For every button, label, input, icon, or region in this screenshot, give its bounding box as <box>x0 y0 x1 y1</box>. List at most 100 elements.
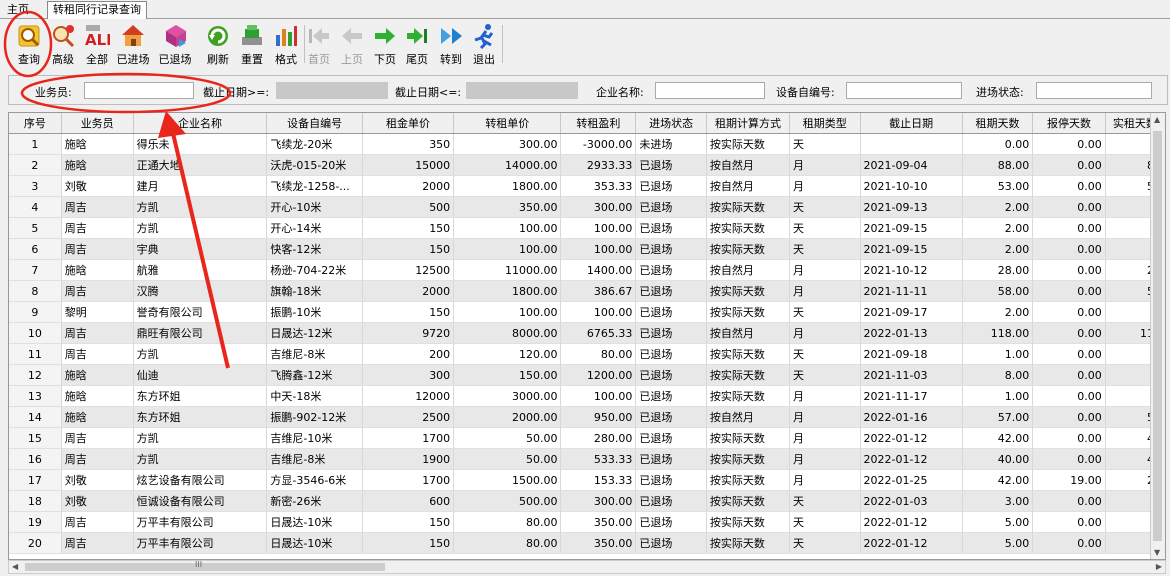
table-row[interactable]: 2 施晗 正通大地 沃虎-015-20米 15000 14000.00 2933.33 已退场… <box>9 154 1165 176</box>
table-cell: 天 <box>789 133 861 155</box>
scroll-left-icon[interactable]: ◀ <box>12 562 18 571</box>
table-row[interactable]: 3 刘敬 建月 飞续龙-1258-... 2000 1800.00 353.33 已退场 按自然… <box>9 175 1165 197</box>
table-cell: 月 <box>789 322 861 344</box>
advanced-search-icon <box>50 23 76 49</box>
toolbar-button-house-out[interactable]: 已退场 <box>158 21 192 69</box>
column-header[interactable]: 租期类型 <box>789 113 861 134</box>
toolbar-button-label: 首页 <box>308 53 330 66</box>
vertical-scrollbar[interactable]: ▲ ▼ <box>1150 113 1165 559</box>
tab-home[interactable]: 主页 <box>2 2 34 17</box>
table-row[interactable]: 13 施晗 东方环姐 中天-18米 12000 3000.00 100.00 已退场 按实际天数… <box>9 385 1165 407</box>
table-row[interactable]: 20 周吉 万平丰有限公司 日晟达-10米 150 80.00 350.00 已退场 按实际天数… <box>9 532 1165 554</box>
table-cell: 已退场 <box>635 532 707 554</box>
table-cell: 施晗 <box>61 364 134 386</box>
toolbar-button-prev-page[interactable]: 上页 <box>335 21 369 69</box>
table-row[interactable]: 8 周吉 汉腾 旗翰-18米 2000 1800.00 386.67 已退场 按实际天数月 202… <box>9 280 1165 302</box>
table-cell: 500.00 <box>453 490 562 512</box>
table-cell: 月 <box>789 469 861 491</box>
scroll-right-icon[interactable]: ▶ <box>1156 562 1162 571</box>
table-row[interactable]: 6 周吉 宇典 快客-12米 150 100.00 100.00 已退场 按实际天数天 2021-… <box>9 238 1165 260</box>
table-cell: 0.00 <box>1032 343 1106 365</box>
table-row[interactable]: 1 施晗 得乐未 飞续龙-20米 350 300.00 -3000.00 未进场 按实际天数天 0… <box>9 133 1165 155</box>
table-cell: 天 <box>789 217 861 239</box>
column-header[interactable]: 租期天数 <box>962 113 1034 134</box>
company-input[interactable] <box>655 82 765 99</box>
tab-sublease-query[interactable]: 转租同行记录查询 <box>47 1 147 19</box>
toolbar-button-advanced-search[interactable]: 高级 <box>46 21 80 69</box>
table-cell: 5.00 <box>962 532 1034 554</box>
table-cell: 8 <box>9 280 62 302</box>
table-cell: 按实际天数 <box>706 490 791 512</box>
device-no-input[interactable] <box>846 82 962 99</box>
table-row[interactable]: 7 施晗 航雅 杨逊-704-22米 12500 11000.00 1400.00 已退场 按自… <box>9 259 1165 281</box>
table-cell: 天 <box>789 343 861 365</box>
table-cell: 月 <box>789 406 861 428</box>
table-cell: 50.00 <box>453 427 562 449</box>
table-row[interactable]: 11 周吉 方凯 吉维尼-8米 200 120.00 80.00 已退场 按实际天数天 2021-… <box>9 343 1165 365</box>
table-cell: 方凯 <box>133 196 268 218</box>
toolbar-button-house-in[interactable]: 已进场 <box>116 21 150 69</box>
table-cell: 19.00 <box>1032 469 1106 491</box>
column-header[interactable]: 租期计算方式 <box>706 113 791 134</box>
horizontal-scroll-thumb[interactable]: III <box>25 560 385 571</box>
toolbar-button-next-page[interactable]: 下页 <box>368 21 402 69</box>
table-cell: 0.00 <box>1032 406 1106 428</box>
horizontal-scrollbar[interactable]: ◀ III ▶ <box>8 560 1166 574</box>
table-row[interactable]: 16 周吉 方凯 吉维尼-8米 1900 50.00 533.33 已退场 按实际天数月 2022… <box>9 448 1165 470</box>
table-row[interactable]: 5 周吉 方凯 开心-14米 150 100.00 100.00 已退场 按实际天数天 2021-… <box>9 217 1165 239</box>
table-cell: 100.00 <box>560 238 637 260</box>
column-header[interactable]: 业务员 <box>61 113 134 134</box>
filter-bar: 业务员: 截止日期>=: 截止日期<=: 企业名称: 设备自编号: 进场状态: <box>8 75 1168 105</box>
salesperson-input[interactable] <box>84 82 194 99</box>
toolbar-button-refresh[interactable]: 刷新 <box>201 21 235 69</box>
records-grid[interactable]: 序号 业务员 企业名称 设备自编号 租金单价 转租单价 转租盈利 进场状态 租期计算方式 租期类型… <box>8 112 1166 560</box>
table-cell: 3000.00 <box>453 385 562 407</box>
toolbar-button-chart-format[interactable]: 格式 <box>269 21 303 69</box>
toolbar-button-magnifier[interactable]: 查询 <box>12 21 46 69</box>
table-cell: 施晗 <box>61 406 134 428</box>
column-header[interactable]: 设备自编号 <box>266 113 363 134</box>
toolbar-button-all[interactable]: ALL 全部 <box>80 21 116 69</box>
column-header[interactable]: 截止日期 <box>860 113 963 134</box>
table-row[interactable]: 15 周吉 方凯 吉维尼-10米 1700 50.00 280.00 已退场 按实际天数月 202… <box>9 427 1165 449</box>
table-cell: 2022-01-03 <box>860 490 963 512</box>
column-header[interactable]: 转租单价 <box>453 113 562 134</box>
table-cell: 日晟达-12米 <box>266 322 363 344</box>
table-cell: 黎明 <box>61 301 134 323</box>
table-row[interactable]: 9 黎明 誉奇有限公司 振鹏-10米 150 100.00 100.00 已退场 按实际天数天 2… <box>9 301 1165 323</box>
column-header[interactable]: 序号 <box>9 113 62 134</box>
column-header[interactable]: 转租盈利 <box>560 113 637 134</box>
table-row[interactable]: 18 刘敬 恒诚设备有限公司 新密-26米 600 500.00 300.00 已退场 按实际天… <box>9 490 1165 512</box>
column-header[interactable]: 租金单价 <box>362 113 455 134</box>
table-row[interactable]: 12 施晗 仙迪 飞腾鑫-12米 300 150.00 1200.00 已退场 按实际天数天 20… <box>9 364 1165 386</box>
toolbar-button-reset[interactable]: 重置 <box>235 21 269 69</box>
table-cell: 日晟达-10米 <box>266 532 363 554</box>
table-row[interactable]: 4 周吉 方凯 开心-10米 500 350.00 300.00 已退场 按实际天数天 2021-… <box>9 196 1165 218</box>
table-row[interactable]: 17 刘敬 炫艺设备有限公司 方显-3546-6米 1700 1500.00 153.33 已… <box>9 469 1165 491</box>
goto-icon <box>438 23 464 49</box>
scroll-up-icon[interactable]: ▲ <box>1154 115 1160 124</box>
table-row[interactable]: 10 周吉 鼎旺有限公司 日晟达-12米 9720 8000.00 6765.33 已退场 按自… <box>9 322 1165 344</box>
table-cell: 16 <box>9 448 62 470</box>
vertical-scroll-thumb[interactable] <box>1153 131 1162 541</box>
table-cell: 14000.00 <box>453 154 562 176</box>
table-row[interactable]: 19 周吉 万平丰有限公司 日晟达-10米 150 80.00 350.00 已退场 按实际天数… <box>9 511 1165 533</box>
toolbar-button-first-page[interactable]: 首页 <box>302 21 336 69</box>
column-header[interactable]: 报停天数 <box>1032 113 1106 134</box>
end-date-to-input[interactable] <box>466 82 578 99</box>
scroll-down-icon[interactable]: ▼ <box>1154 548 1160 557</box>
end-date-from-input[interactable] <box>276 82 388 99</box>
table-cell: 2021-09-04 <box>860 154 963 176</box>
table-row[interactable]: 14 施晗 东方环姐 振鹏-902-12米 2500 2000.00 950.00 已退场 按自… <box>9 406 1165 428</box>
toolbar-button-last-page[interactable]: 尾页 <box>400 21 434 69</box>
toolbar-button-goto[interactable]: 转到 <box>434 21 468 69</box>
column-header[interactable]: 进场状态 <box>635 113 707 134</box>
toolbar-button-exit-runner[interactable]: 退出 <box>467 21 501 69</box>
table-cell: 1400.00 <box>560 259 637 281</box>
table-cell: 按实际天数 <box>706 238 791 260</box>
table-cell: 已退场 <box>635 301 707 323</box>
entry-status-input[interactable] <box>1036 82 1152 99</box>
table-cell: 1800.00 <box>453 280 562 302</box>
column-header[interactable]: 企业名称 <box>133 113 268 134</box>
table-cell: 0.00 <box>1032 196 1106 218</box>
